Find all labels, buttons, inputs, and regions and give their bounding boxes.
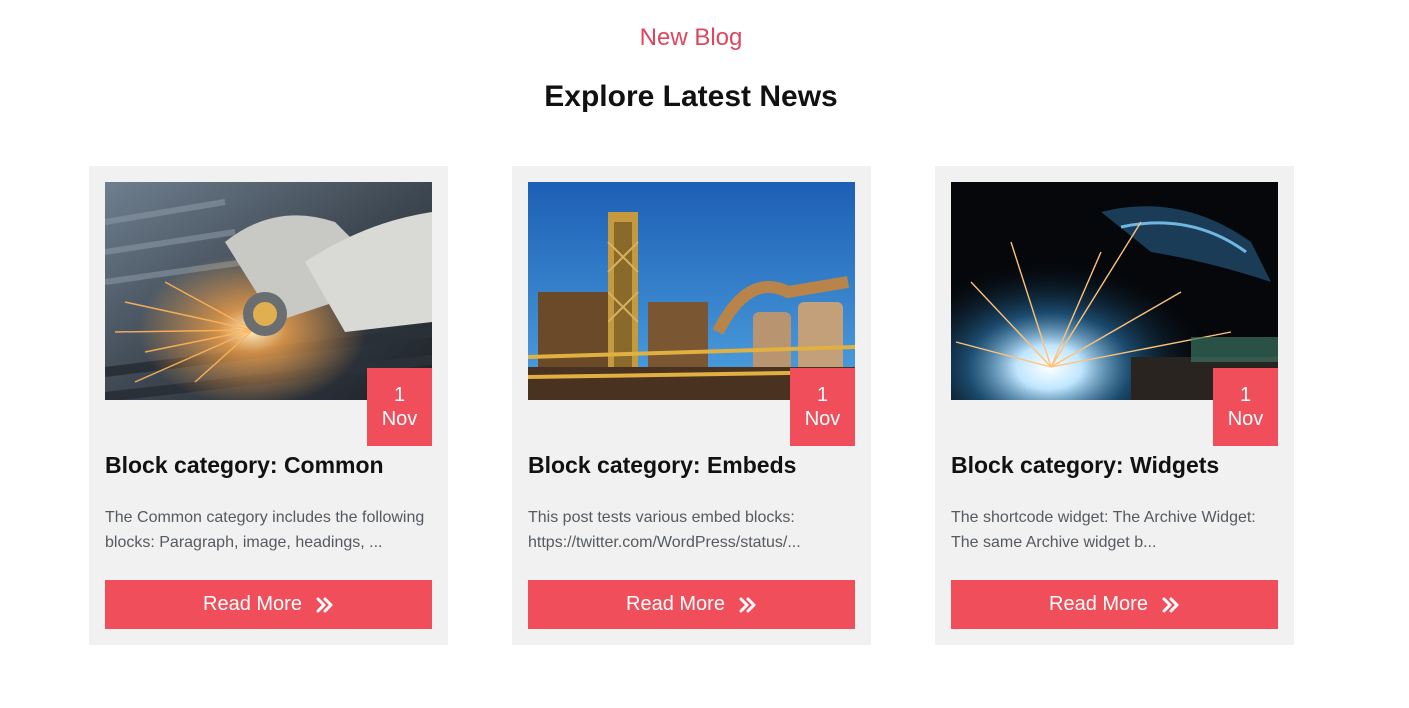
date-badge: 1 Nov: [1213, 368, 1278, 446]
double-chevron-right-icon: [1162, 596, 1180, 614]
date-day: 1: [816, 384, 829, 406]
blog-card: 1 Nov Block category: Common The Common …: [89, 166, 448, 645]
read-more-label: Read More: [203, 593, 302, 615]
blog-card: 1 Nov Block category: Widgets The shortc…: [935, 166, 1294, 645]
date-month: Nov: [1227, 408, 1264, 430]
date-badge: 1 Nov: [790, 368, 855, 446]
blog-card: 1 Nov Block category: Embeds This post t…: [512, 166, 871, 645]
blog-section: New Blog Explore Latest News 1 Nov Block…: [0, 0, 1409, 708]
date-day: 1: [1239, 384, 1252, 406]
read-more-button[interactable]: Read More: [951, 580, 1278, 629]
date-day: 1: [393, 384, 406, 406]
date-month: Nov: [804, 408, 841, 430]
post-title[interactable]: Block category: Widgets: [951, 450, 1278, 480]
read-more-button[interactable]: Read More: [528, 580, 855, 629]
read-more-label: Read More: [626, 593, 725, 615]
read-more-label: Read More: [1049, 593, 1148, 615]
read-more-button[interactable]: Read More: [105, 580, 432, 629]
section-heading: Explore Latest News: [544, 80, 838, 113]
post-title[interactable]: Block category: Embeds: [528, 450, 855, 480]
post-excerpt: The Common category includes the followi…: [105, 509, 425, 551]
post-title[interactable]: Block category: Common: [105, 450, 432, 480]
double-chevron-right-icon: [316, 596, 334, 614]
double-chevron-right-icon: [739, 596, 757, 614]
date-month: Nov: [381, 408, 418, 430]
section-eyebrow: New Blog: [639, 24, 743, 51]
date-badge: 1 Nov: [367, 368, 432, 446]
post-excerpt: This post tests various embed blocks: ht…: [528, 509, 801, 551]
post-excerpt: The shortcode widget: The Archive Widget…: [951, 509, 1256, 551]
